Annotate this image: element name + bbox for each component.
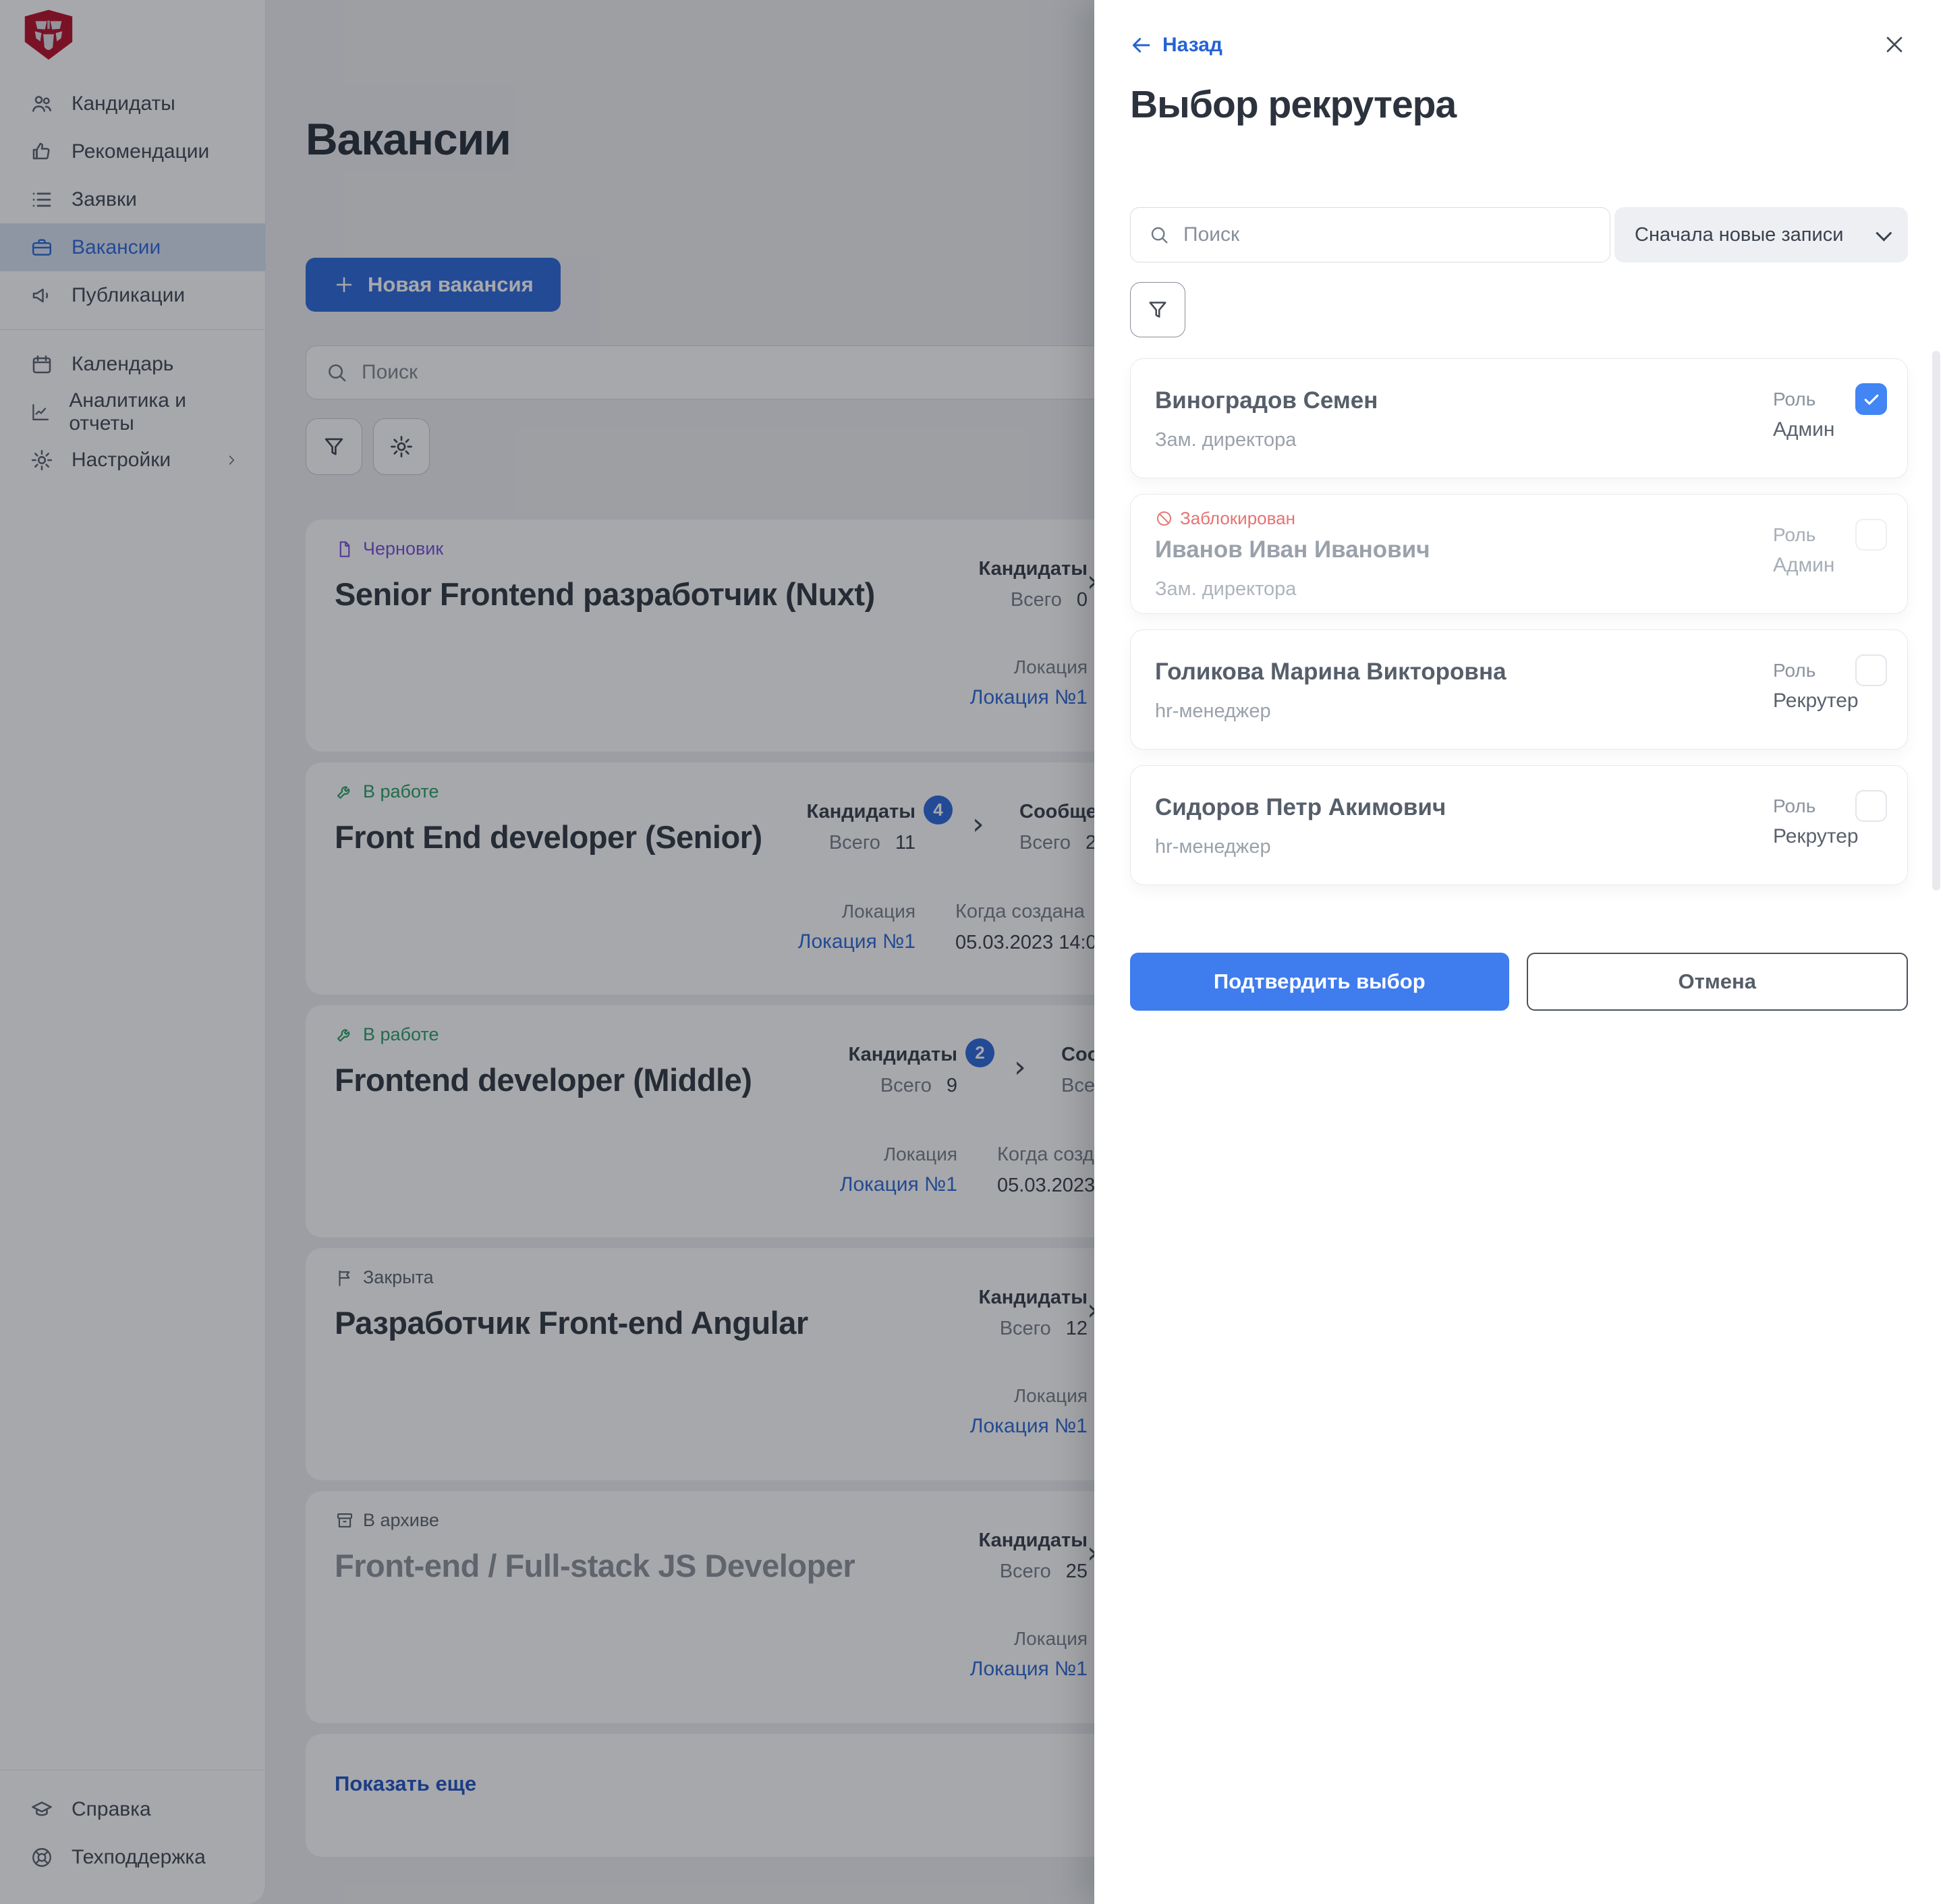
panel-scrollbar[interactable] [1932,351,1940,891]
recruiter-card[interactable]: Виноградов Семен Зам. директора Роль Адм… [1130,358,1908,478]
sort-dropdown[interactable]: Сначала новые записи [1614,207,1908,262]
recruiter-card[interactable]: Голикова Марина Викторовна hr-менеджер Р… [1130,629,1908,750]
recruiter-role: Роль Админ [1773,389,1834,441]
panel-actions: Подтвердить выбор Отмена [1130,953,1908,1011]
panel-title: Выбор рекрутера [1130,82,1456,127]
funnel-icon [1146,298,1170,322]
recruiter-card[interactable]: Заблокирован Иванов Иван Иванович Зам. д… [1130,494,1908,614]
recruiter-role: Роль Рекрутер [1773,795,1859,848]
recruiter-position: Зам. директора [1155,578,1296,600]
recruiter-checkbox[interactable] [1855,519,1887,551]
recruiter-search [1130,207,1610,262]
recruiter-filter-button[interactable] [1130,282,1185,337]
confirm-button[interactable]: Подтвердить выбор [1130,953,1509,1011]
recruiter-position: hr-менеджер [1155,836,1271,858]
chevron-down-icon [1876,225,1892,241]
check-icon [1861,389,1882,410]
recruiter-role: Роль Админ [1773,524,1834,577]
blocked-status: Заблокирован [1155,508,1295,529]
recruiter-checkbox[interactable] [1855,654,1887,686]
cancel-button[interactable]: Отмена [1527,953,1909,1011]
close-icon[interactable] [1881,31,1908,58]
modal-overlay[interactable] [0,0,1094,1904]
recruiter-name: Голикова Марина Викторовна [1155,659,1506,685]
search-icon [1148,224,1170,246]
recruiter-role: Роль Рекрутер [1773,660,1859,712]
ban-icon [1155,509,1173,528]
recruiter-name: Иванов Иван Иванович [1155,536,1430,563]
recruiter-name: Сидоров Петр Акимович [1155,794,1446,821]
sort-value: Сначала новые записи [1635,224,1843,246]
recruiter-list: Виноградов Семен Зам. директора Роль Адм… [1130,358,1908,885]
recruiter-search-input[interactable] [1183,223,1592,246]
recruiter-checkbox[interactable] [1855,383,1887,415]
back-button[interactable]: Назад [1130,34,1222,57]
recruiter-card[interactable]: Сидоров Петр Акимович hr-менеджер Роль Р… [1130,765,1908,885]
recruiter-position: Зам. директора [1155,429,1296,451]
recruiter-position: hr-менеджер [1155,700,1271,723]
recruiter-picker-panel: Назад Выбор рекрутера Сначала новые запи… [1094,0,1943,1904]
recruiter-name: Виноградов Семен [1155,387,1378,414]
recruiter-checkbox[interactable] [1855,790,1887,822]
arrow-left-icon [1130,34,1152,56]
